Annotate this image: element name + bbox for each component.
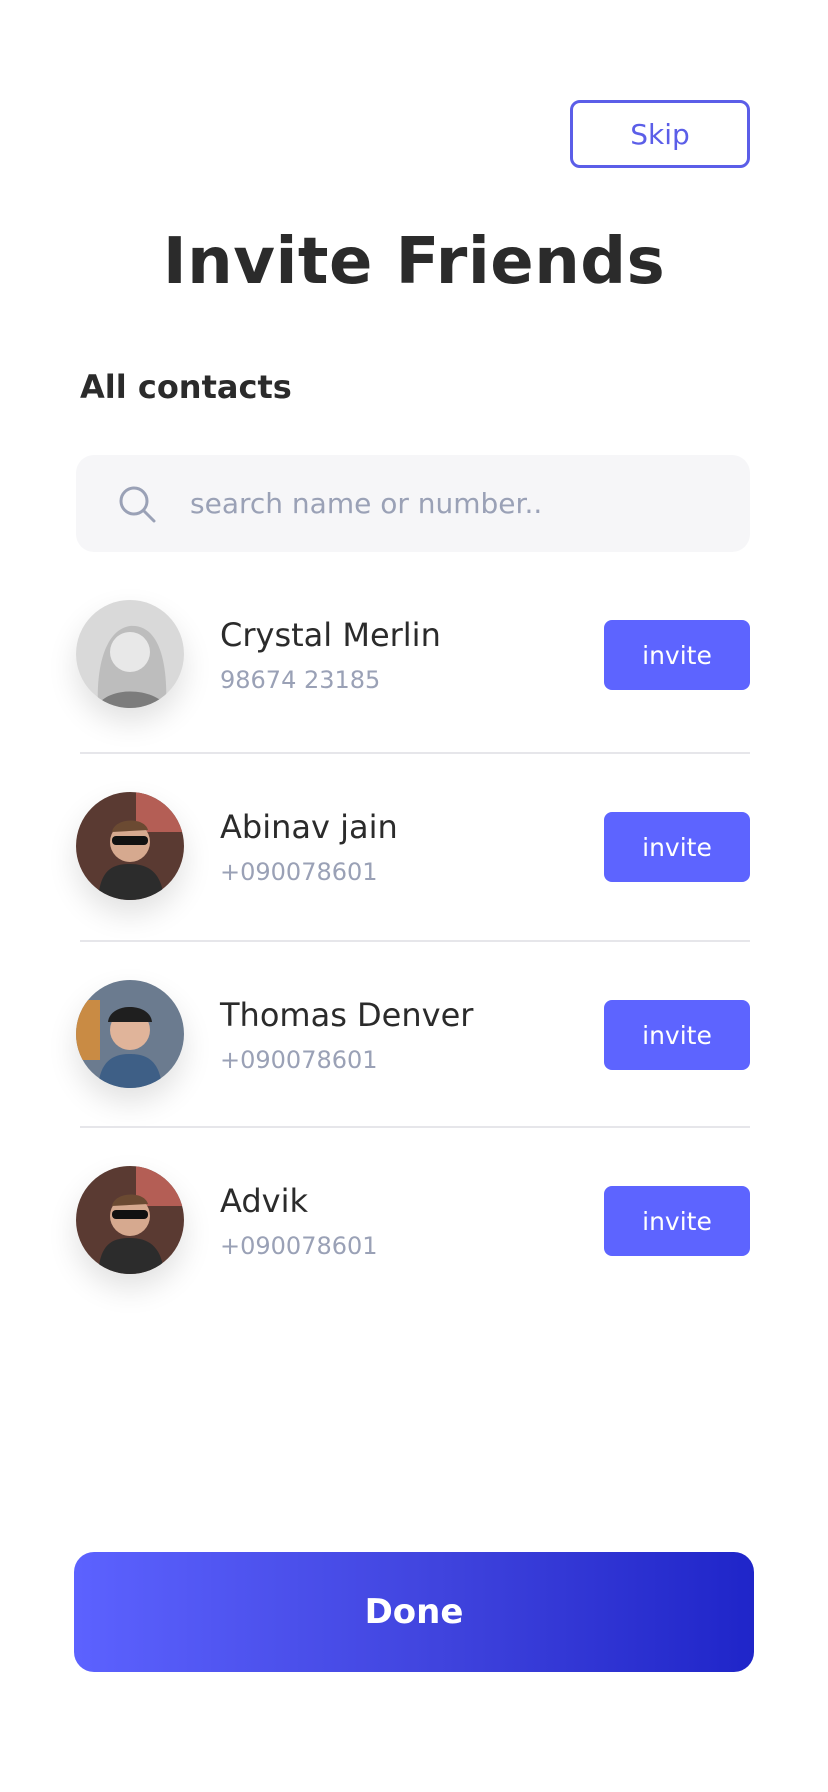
contact-phone: +090078601 <box>220 1046 378 1074</box>
section-title: All contacts <box>80 368 292 406</box>
invite-button[interactable]: invite <box>604 620 750 690</box>
avatar <box>76 792 184 900</box>
avatar <box>76 1166 184 1274</box>
contact-row: Crystal Merlin 98674 23185 invite <box>76 600 750 710</box>
page-title: Invite Friends <box>162 225 666 299</box>
contact-name: Thomas Denver <box>220 996 474 1034</box>
divider <box>80 752 750 754</box>
skip-button[interactable]: Skip <box>570 100 750 168</box>
avatar <box>76 980 184 1088</box>
contact-row: Thomas Denver +090078601 invite <box>76 980 750 1090</box>
invite-button[interactable]: invite <box>604 1000 750 1070</box>
contact-phone: 98674 23185 <box>220 666 381 694</box>
search-icon <box>116 483 158 525</box>
divider <box>80 940 750 942</box>
avatar <box>76 600 184 708</box>
divider <box>80 1126 750 1128</box>
contact-name: Abinav jain <box>220 808 398 846</box>
contact-phone: +090078601 <box>220 858 378 886</box>
contact-phone: +090078601 <box>220 1232 378 1260</box>
search-input[interactable] <box>188 486 712 521</box>
invite-button[interactable]: invite <box>604 1186 750 1256</box>
contact-name: Crystal Merlin <box>220 616 441 654</box>
invite-button[interactable]: invite <box>604 812 750 882</box>
contact-name: Advik <box>220 1182 308 1220</box>
search-box[interactable] <box>76 455 750 552</box>
contact-row: Abinav jain +090078601 invite <box>76 792 750 902</box>
done-button[interactable]: Done <box>74 1552 754 1672</box>
contact-row: Advik +090078601 invite <box>76 1166 750 1276</box>
